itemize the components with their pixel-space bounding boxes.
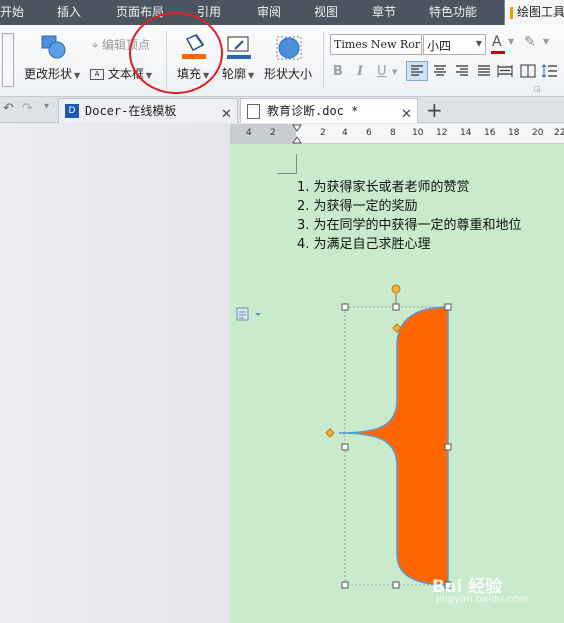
bold-button[interactable]: B [333,64,343,79]
resize-handle[interactable] [341,581,349,589]
tab-title: 教育诊断.doc * [267,104,359,118]
chevron-down-icon[interactable]: ▾ [44,101,49,112]
ruler-margin [230,124,296,144]
edit-vertex-icon: ⌖ [92,39,99,52]
menu-special-features[interactable]: 特色功能 [429,0,477,25]
ruler-tick: 12 [436,128,448,138]
distributed-align-icon[interactable] [495,62,515,80]
italic-button[interactable]: I [357,64,363,79]
text-box-icon: A [90,69,104,80]
font-color-icon[interactable]: A [492,34,502,50]
baidu-watermark-url: jingyan.baidu.com [436,594,529,605]
ruler-tick: 16 [484,128,496,138]
font-color-swatch [491,51,505,54]
font-name-select[interactable]: Times New Ror [330,34,422,55]
resize-handle[interactable] [444,303,452,311]
font-size-select[interactable]: 小四 ▼ [423,34,486,55]
resize-handle[interactable] [444,443,452,451]
font-size-value: 小四 [427,39,452,53]
chevron-down-icon: ▼ [74,71,81,80]
back-icon[interactable]: ↶ [3,101,14,116]
list-item: 4. 为满足自己求胜心理 [297,237,431,252]
chevron-down-icon[interactable]: ▼ [508,37,514,46]
list-item: 3. 为在同学的中获得一定的尊重和地位 [297,218,522,233]
docer-icon: D [65,104,79,118]
brace-fill [338,306,449,586]
ruler-tick: 10 [412,128,424,138]
ruler-tick: 18 [508,128,520,138]
horizontal-ruler[interactable]: 4 2 2 4 6 8 10 12 14 16 18 20 22 [230,124,564,144]
ruler-tick: 8 [390,128,396,138]
highlight-circle [129,12,223,94]
menu-insert[interactable]: 插入 [57,0,81,25]
resize-handle[interactable] [392,581,400,589]
column-layout-icon[interactable] [518,62,538,80]
margin-corner-marker [277,154,297,174]
change-shape-icon [41,35,66,59]
ruler-tick: 2 [320,128,326,138]
ribbon-scroll-control[interactable] [2,33,14,87]
menu-sections[interactable]: 章节 [372,0,396,25]
tab-docer-templates[interactable]: D Docer-在线模板 ✕ [58,98,238,123]
ruler-tick: 14 [460,128,472,138]
shape-size-icon [276,36,302,60]
tab-education-diagnosis-doc[interactable]: 教育诊断.doc * ✕ [240,98,418,123]
left-gray-area [0,124,230,623]
brace-shape[interactable] [320,280,470,600]
change-shape-label: 更改形状 [24,67,73,81]
resize-handle[interactable] [392,303,400,311]
outline-button[interactable]: 轮廓 ▼ [222,65,254,82]
chevron-down-icon: ▼ [248,71,255,80]
ribbon: 更改形状 ▼ ⌖ 编辑顶点 A 文本框 ▼ 填充 ▼ 轮廓 ▼ 形状大小 Times N… [0,12,564,97]
align-right-icon[interactable] [452,62,472,80]
chevron-down-icon[interactable]: ▼ [543,37,549,46]
chevron-down-icon[interactable]: ▼ [392,68,397,76]
tab-title: Docer-在线模板 [85,104,177,118]
align-left-icon [411,65,423,76]
new-tab-plus-icon[interactable]: + [426,98,443,122]
layout-options-icon[interactable] [236,306,264,322]
indent-marker-icon[interactable] [292,124,302,144]
line-spacing-icon[interactable] [540,62,560,80]
menu-home[interactable]: 开始 [0,0,24,25]
justify-icon[interactable] [474,62,494,80]
adjust-handle[interactable] [325,428,335,438]
outline-pen-icon [227,36,251,59]
ruler-tick: 4 [342,128,348,138]
menu-drawing-tools[interactable]: 绘图工具 [504,0,564,25]
menu-review[interactable]: 审阅 [257,0,281,25]
dialog-launcher-icon[interactable]: ◲ [534,85,541,93]
ribbon-separator [323,31,324,89]
ruler-tick: 22 [554,128,564,138]
ruler-tick: 6 [366,128,372,138]
clear-format-icon[interactable]: ✎ [524,34,536,50]
chevron-down-icon[interactable]: ▼ [476,39,482,48]
ruler-tick: 4 [246,128,252,138]
font-name-value: Times New Ror [334,38,421,51]
ruler-tick: 20 [532,128,544,138]
ruler-tick: 2 [270,128,276,138]
align-left-button[interactable] [406,61,428,81]
list-item: 1. 为获得家长或者老师的赞赏 [297,180,470,195]
menu-view[interactable]: 视图 [314,0,338,25]
forward-icon[interactable]: ↷ [22,101,33,116]
align-center-icon[interactable] [430,62,450,80]
resize-handle[interactable] [341,303,349,311]
resize-handle[interactable] [341,443,349,451]
change-shape-button[interactable]: 更改形状 ▼ [24,65,80,82]
menu-bar: 开始 插入 页面布局 引用 审阅 视图 章节 特色功能 绘图工具 [0,0,564,25]
underline-button[interactable]: U [377,64,387,79]
document-tabs-bar: ↶ ↷ ▾ D Docer-在线模板 ✕ 教育诊断.doc * ✕ + [0,97,564,123]
shape-size-button[interactable]: 形状大小 [264,65,312,82]
document-icon [247,104,260,119]
rotation-handle[interactable] [391,284,401,294]
list-item: 2. 为获得一定的奖励 [297,199,418,214]
